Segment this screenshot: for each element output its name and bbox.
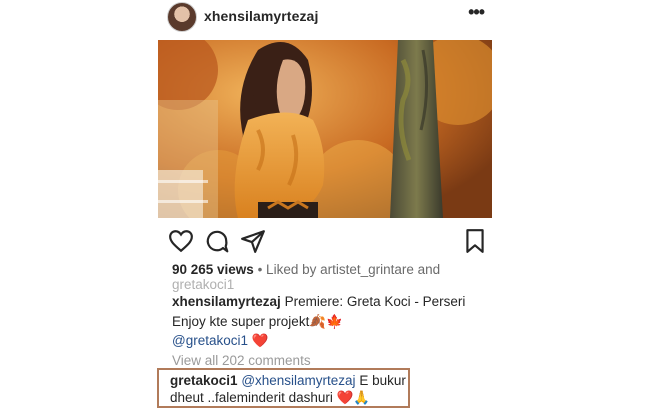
caption-mention[interactable]: @gretakoci1 ❤️ xyxy=(172,333,269,349)
liked-by-text[interactable]: • Liked by artistet_grintare and xyxy=(254,262,441,277)
bookmark-icon[interactable] xyxy=(462,228,488,254)
share-icon[interactable] xyxy=(240,228,266,254)
caption-username[interactable]: xhensilamyrtezaj xyxy=(172,294,281,309)
caption-line-1: xhensilamyrtezaj Premiere: Greta Koci - … xyxy=(172,294,465,309)
avatar[interactable] xyxy=(167,2,197,32)
view-count[interactable]: 90 265 views xyxy=(172,262,254,277)
comment-text: E bukur xyxy=(355,373,406,388)
comment-mention[interactable]: @xhensilamyrtezaj xyxy=(241,373,355,388)
comment-line-1: gretakoci1 @xhensilamyrtezaj E bukur xyxy=(170,373,406,388)
more-horizontal-icon[interactable]: ••• xyxy=(468,2,485,23)
instagram-post: xhensilamyrtezaj ••• 90 265 views • Like… xyxy=(0,0,650,414)
comment-emoji: ❤️🙏 xyxy=(336,390,371,405)
photo-autumn-scene xyxy=(158,40,492,218)
liked-by-user[interactable]: gretakoci1 xyxy=(172,277,234,292)
comment-username[interactable]: gretakoci1 xyxy=(170,373,238,388)
caption-line-2: Enjoy kte super projekt🍂🍁 xyxy=(172,314,343,329)
action-bar xyxy=(160,226,490,256)
post-header: xhensilamyrtezaj ••• xyxy=(164,0,494,34)
views-line: 90 265 views • Liked by artistet_grintar… xyxy=(172,262,440,277)
caption-text: Premiere: Greta Koci - Perseri xyxy=(280,294,466,309)
comment-icon[interactable] xyxy=(204,228,230,254)
view-all-comments-link[interactable]: View all 202 comments xyxy=(172,353,311,368)
post-photo[interactable] xyxy=(158,40,492,218)
comment-line-2: dheut ..faleminderit dashuri ❤️🙏 xyxy=(170,390,370,406)
heart-icon[interactable] xyxy=(168,228,194,254)
post-username[interactable]: xhensilamyrtezaj xyxy=(204,8,318,24)
comment-text-2: dheut ..faleminderit dashuri xyxy=(170,390,337,405)
